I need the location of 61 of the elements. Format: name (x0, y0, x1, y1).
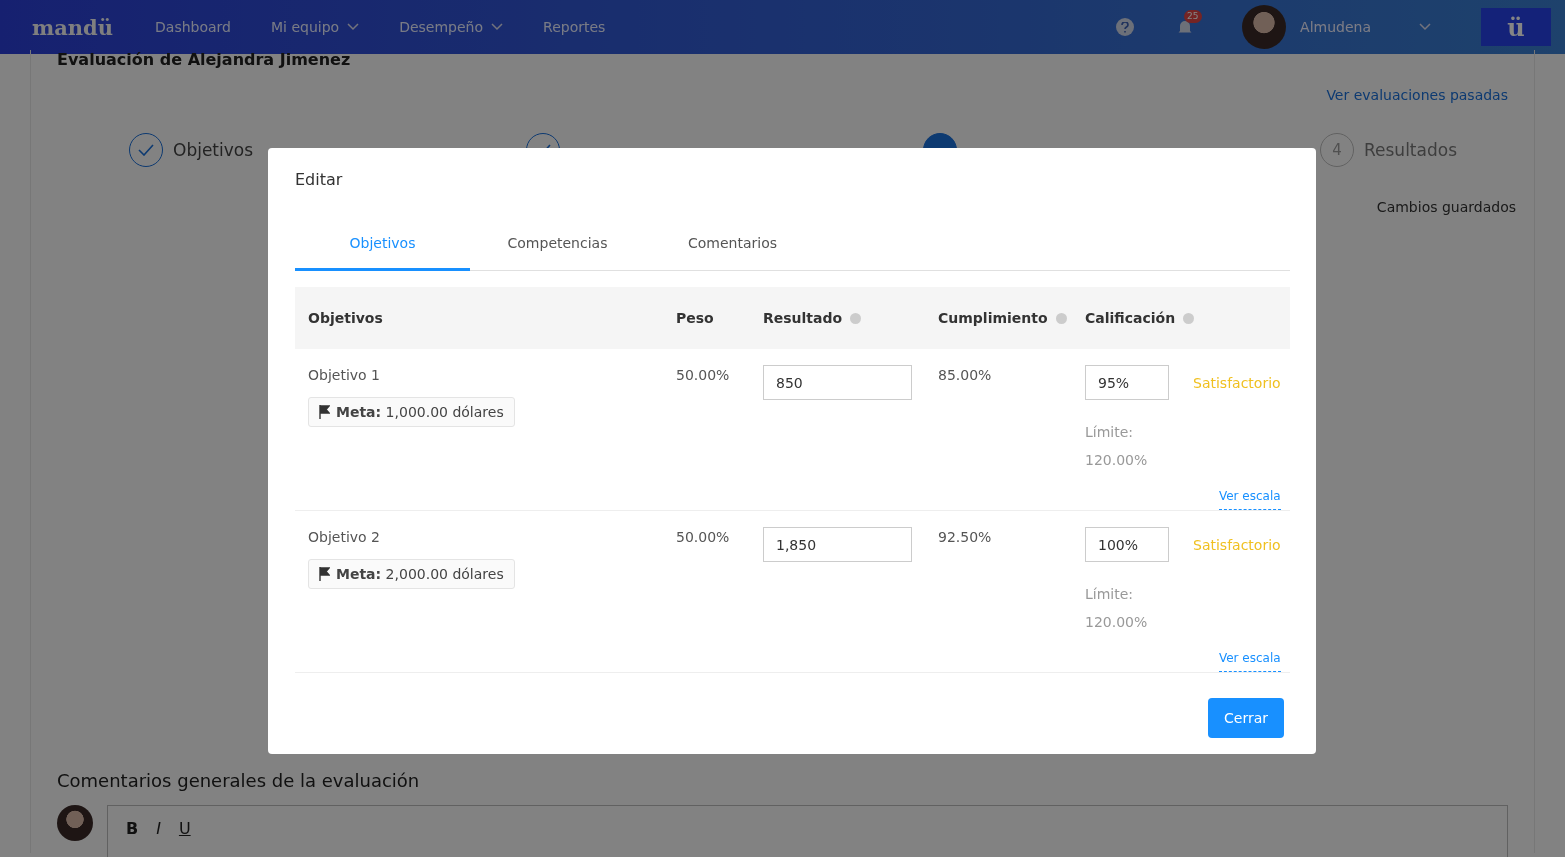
rating-label: Satisfactorio (1193, 537, 1282, 555)
tab[interactable]: Objetivos (295, 229, 470, 271)
goal-tag: Meta: 1,000.00 dólares (308, 397, 515, 427)
nav-link[interactable]: Mi equipo (271, 19, 360, 35)
page-title: Evaluación de Alejandra Jimenez (57, 50, 352, 69)
limit-value: 120.00% (1085, 451, 1149, 471)
weight-value: 50.00% (676, 367, 731, 385)
chevron-down-icon (491, 23, 504, 31)
avatar (57, 805, 93, 841)
rating-input[interactable]: 100% (1085, 527, 1169, 562)
help-icon[interactable] (1055, 312, 1067, 324)
compliance-value: 92.50% (938, 529, 993, 547)
flag-icon (319, 567, 330, 581)
help-icon[interactable] (850, 312, 862, 324)
save-status: Cambios guardados (1375, 199, 1516, 215)
chevron-down-icon (347, 23, 360, 31)
step-label: Objetivos (173, 140, 254, 160)
compliance-value: 85.00% (938, 367, 993, 385)
view-scale-link[interactable]: Ver escala (1218, 650, 1281, 672)
step-label: Resultados (1364, 140, 1457, 160)
view-scale-link[interactable]: Ver escala (1218, 488, 1281, 510)
limit-label: Límite: (1085, 423, 1135, 443)
limit-label: Límite: (1085, 585, 1135, 605)
column-header: Calificación (1085, 310, 1176, 326)
result-input[interactable]: 850 (763, 365, 912, 400)
nav-link[interactable]: Desempeño (399, 19, 504, 35)
format-button[interactable]: B (126, 818, 139, 838)
help-icon[interactable] (1116, 18, 1135, 36)
format-button[interactable]: U (178, 818, 191, 838)
tab[interactable]: Competencias (470, 229, 645, 271)
goal-tag: Meta: 2,000.00 dólares (308, 559, 515, 589)
dialog-title: Editar (295, 170, 344, 189)
limit-value: 120.00% (1085, 613, 1149, 633)
notification-count: 25 (1184, 10, 1202, 23)
rating-label: Satisfactorio (1193, 375, 1282, 393)
tab[interactable]: Comentarios (645, 229, 820, 271)
brand-button[interactable]: ü (1481, 8, 1551, 46)
section-title: Comentarios generales de la evaluación (57, 770, 421, 791)
result-input[interactable]: 1,850 (763, 527, 912, 562)
comment-editor[interactable]: B I U (107, 805, 1508, 857)
column-header: Peso (676, 310, 714, 326)
rating-input[interactable]: 95% (1085, 365, 1169, 400)
column-header: Resultado (763, 310, 843, 326)
check-icon (138, 144, 154, 156)
bell-icon[interactable] (1178, 19, 1193, 35)
close-button[interactable]: Cerrar (1208, 698, 1284, 738)
nav-link[interactable]: Reportes (543, 19, 606, 35)
user-name[interactable]: Almudena (1300, 19, 1371, 35)
nav-link[interactable]: Dashboard (155, 19, 231, 35)
weight-value: 50.00% (676, 529, 731, 547)
flag-icon (319, 405, 330, 419)
past-evaluations-link[interactable]: Ver evaluaciones pasadas (57, 87, 1508, 103)
format-button[interactable]: I (156, 818, 161, 838)
logo: mandü (32, 14, 114, 40)
column-header: Objetivos (308, 310, 383, 326)
avatar[interactable] (1242, 5, 1287, 49)
objective-name: Objetivo 1 (308, 367, 381, 383)
help-icon[interactable] (1183, 312, 1195, 324)
chevron-down-icon (1419, 23, 1431, 31)
column-header: Cumplimiento (938, 310, 1048, 326)
objective-name: Objetivo 2 (308, 529, 381, 545)
